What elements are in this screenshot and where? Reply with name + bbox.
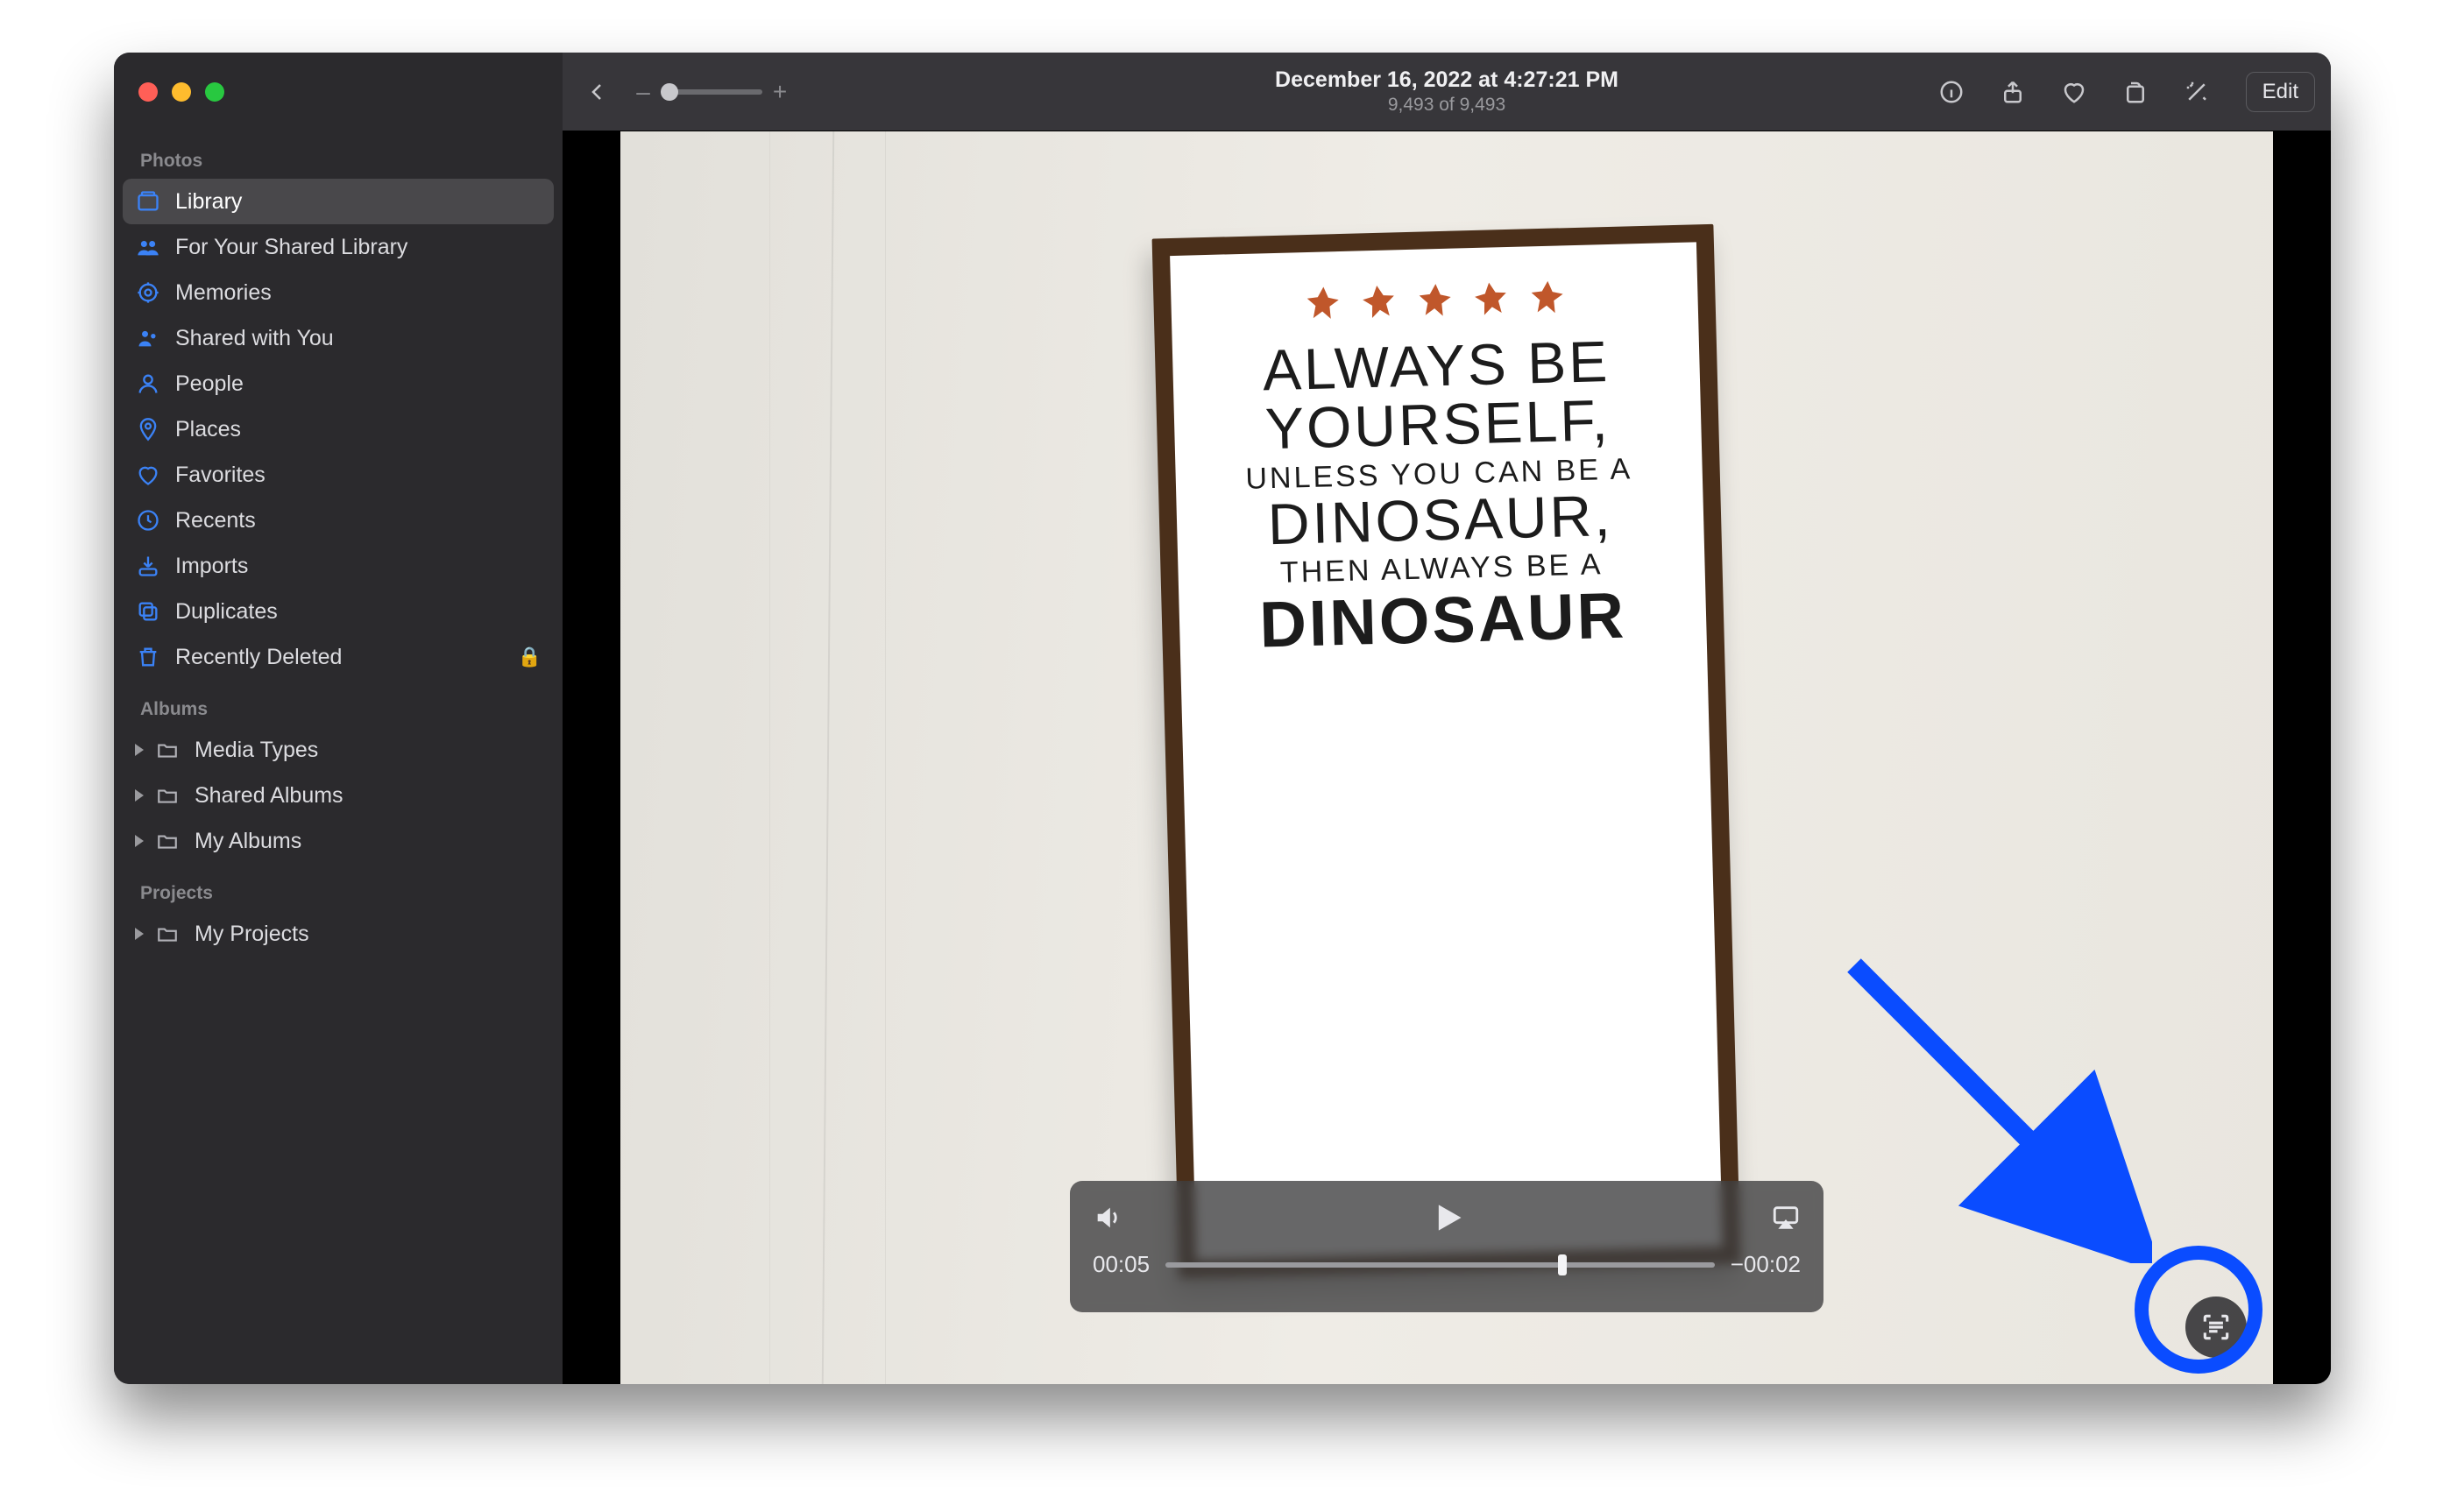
sidebar-section-albums: Albums <box>123 699 554 727</box>
poster-line: DINOSAUR, <box>1267 486 1613 555</box>
wall-edge <box>885 131 886 1384</box>
recents-icon <box>135 507 161 533</box>
sidebar-section-projects: Projects <box>123 883 554 911</box>
shared-with-you-icon <box>135 325 161 351</box>
sidebar-item-label: For Your Shared Library <box>175 235 542 260</box>
info-button[interactable] <box>1934 74 1969 110</box>
sidebar-item-label: Imports <box>175 554 542 579</box>
minimize-window-button[interactable] <box>172 82 191 102</box>
wall-edge <box>821 131 834 1384</box>
sidebar-item-label: My Albums <box>195 829 542 854</box>
sidebar-item-duplicates[interactable]: Duplicates <box>123 589 554 634</box>
places-icon <box>135 416 161 442</box>
maximize-window-button[interactable] <box>205 82 224 102</box>
sidebar-item-label: Memories <box>175 280 542 306</box>
remaining-time: −00:02 <box>1731 1251 1801 1278</box>
sidebar-item-label: Library <box>175 189 542 215</box>
edit-button[interactable]: Edit <box>2246 72 2315 112</box>
favorites-icon <box>135 462 161 488</box>
sidebar-item-label: Recents <box>175 508 542 533</box>
sidebar-item-label: Media Types <box>195 738 542 763</box>
elapsed-time: 00:05 <box>1093 1251 1150 1278</box>
people-icon <box>135 371 161 397</box>
poster-line: YOURSELF, <box>1265 392 1611 460</box>
sidebar-item-my-projects[interactable]: My Projects <box>123 911 554 957</box>
folder-icon <box>154 921 181 947</box>
close-window-button[interactable] <box>138 82 158 102</box>
sidebar-item-my-albums[interactable]: My Albums <box>123 818 554 864</box>
trash-icon <box>135 644 161 670</box>
lock-icon: 🔒 <box>518 646 542 668</box>
sidebar-item-label: Shared with You <box>175 326 542 351</box>
live-text-button[interactable] <box>2185 1297 2247 1358</box>
rotate-button[interactable] <box>2118 74 2153 110</box>
sidebar-item-library[interactable]: Library <box>123 179 554 224</box>
picture-frame: ALWAYS BE YOURSELF, UNLESS YOU CAN BE A … <box>1152 224 1741 1278</box>
photo-viewer: ALWAYS BE YOURSELF, UNLESS YOU CAN BE A … <box>563 131 2331 1384</box>
back-button[interactable] <box>582 76 613 108</box>
sidebar-item-recents[interactable]: Recents <box>123 498 554 543</box>
auto-enhance-button[interactable] <box>2179 74 2214 110</box>
video-controls: 00:05 −00:02 <box>1070 1181 1823 1312</box>
folder-icon <box>154 828 181 854</box>
sidebar-item-label: My Projects <box>195 922 542 947</box>
zoom-out-button[interactable]: – <box>634 78 652 106</box>
sidebar-item-memories[interactable]: Memories <box>123 270 554 315</box>
poster-line: DINOSAUR <box>1259 583 1627 658</box>
annotation-arrow <box>1837 948 2152 1263</box>
scrubber-thumb[interactable] <box>1558 1254 1567 1275</box>
shared-library-icon <box>135 234 161 260</box>
sidebar-item-label: People <box>175 371 542 397</box>
sidebar: Photos Library For Your Shared Library M… <box>114 53 563 1384</box>
sidebar-item-for-your-shared-library[interactable]: For Your Shared Library <box>123 224 554 270</box>
sidebar-item-places[interactable]: Places <box>123 406 554 452</box>
app-window: Photos Library For Your Shared Library M… <box>114 53 2331 1384</box>
wall-edge <box>769 131 770 1384</box>
sidebar-item-imports[interactable]: Imports <box>123 543 554 589</box>
zoom-slider[interactable]: – + <box>634 78 789 106</box>
play-button[interactable] <box>1427 1198 1466 1237</box>
sidebar-item-label: Recently Deleted <box>175 645 504 670</box>
favorite-button[interactable] <box>2057 74 2092 110</box>
poster: ALWAYS BE YOURSELF, UNLESS YOU CAN BE A … <box>1170 243 1723 1261</box>
sidebar-item-label: Duplicates <box>175 599 542 625</box>
zoom-thumb[interactable] <box>661 83 678 101</box>
zoom-in-button[interactable]: + <box>771 78 789 106</box>
zoom-track[interactable] <box>661 89 762 95</box>
sidebar-item-shared-with-you[interactable]: Shared with You <box>123 315 554 361</box>
dino-footprints <box>1192 272 1677 327</box>
sidebar-item-favorites[interactable]: Favorites <box>123 452 554 498</box>
photo-content: ALWAYS BE YOURSELF, UNLESS YOU CAN BE A … <box>620 131 2273 1384</box>
sidebar-section-photos: Photos <box>123 151 554 179</box>
airplay-button[interactable] <box>1771 1203 1801 1233</box>
volume-button[interactable] <box>1093 1203 1122 1233</box>
sidebar-item-shared-albums[interactable]: Shared Albums <box>123 773 554 818</box>
duplicates-icon <box>135 598 161 625</box>
scrubber[interactable] <box>1165 1262 1715 1268</box>
library-icon <box>135 188 161 215</box>
window-controls <box>138 82 224 102</box>
memories-icon <box>135 279 161 306</box>
sidebar-item-label: Shared Albums <box>195 783 542 809</box>
share-button[interactable] <box>1995 74 2030 110</box>
sidebar-item-label: Places <box>175 417 542 442</box>
sidebar-item-label: Favorites <box>175 463 542 488</box>
imports-icon <box>135 553 161 579</box>
sidebar-item-recently-deleted[interactable]: Recently Deleted 🔒 <box>123 634 554 680</box>
toolbar: – + December 16, 2022 at 4:27:21 PM 9,49… <box>563 53 2331 131</box>
sidebar-item-media-types[interactable]: Media Types <box>123 727 554 773</box>
sidebar-item-people[interactable]: People <box>123 361 554 406</box>
folder-icon <box>154 782 181 809</box>
folder-icon <box>154 737 181 763</box>
